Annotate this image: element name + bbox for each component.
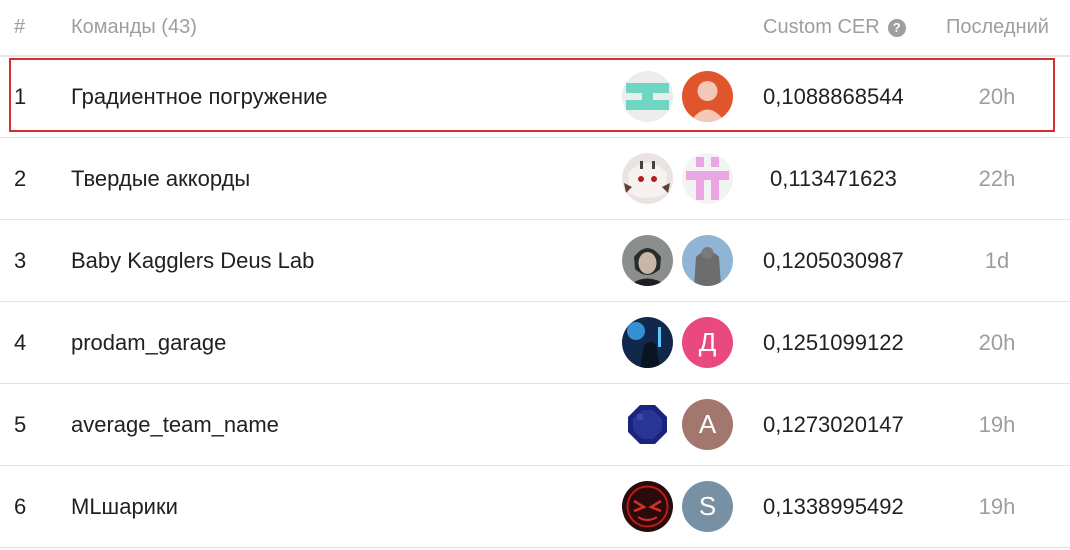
team-name[interactable]: average_team_name — [71, 412, 279, 438]
avatar[interactable] — [682, 71, 733, 122]
score-value: 0,1088868544 — [763, 84, 904, 109]
row-rank: 2 — [14, 166, 27, 191]
team-members — [622, 71, 734, 123]
team-members: S — [622, 481, 734, 533]
avatar[interactable] — [622, 153, 673, 204]
avatar[interactable] — [622, 399, 673, 450]
table-row[interactable]: 5 average_team_name A 0,1273020147 19h — [0, 384, 1070, 466]
identicon-icon — [622, 71, 673, 122]
team-name[interactable]: prodam_garage — [71, 330, 226, 356]
header-last-submission[interactable]: Последний — [946, 16, 1049, 39]
team-members: A — [622, 399, 734, 451]
score-value: 0,1251099122 — [763, 330, 904, 355]
row-rank: 3 — [14, 248, 27, 273]
avatar[interactable] — [682, 153, 733, 204]
score-value: 0,1273020147 — [763, 412, 904, 437]
team-members — [622, 153, 734, 205]
last-submission: 19h — [978, 412, 1016, 437]
photo-concert-icon — [622, 317, 673, 368]
last-submission: 20h — [978, 84, 1016, 109]
row-rank: 5 — [14, 412, 27, 437]
avatar[interactable] — [622, 481, 673, 532]
score-value: 0,1205030987 — [763, 248, 904, 273]
photo-statue-icon — [682, 235, 733, 286]
avatar[interactable]: Д — [682, 317, 733, 368]
header-teams[interactable]: Команды (43) — [71, 16, 197, 39]
avatar[interactable]: A — [682, 399, 733, 450]
team-name[interactable]: Градиентное погружение — [71, 84, 328, 110]
avatar[interactable] — [622, 71, 673, 122]
help-icon[interactable]: ? — [887, 18, 906, 37]
row-rank: 1 — [14, 84, 27, 109]
avatar[interactable] — [682, 235, 733, 286]
pixel-gem-icon — [622, 399, 673, 450]
table-row[interactable]: 1 Градиентное погружение 0,1088868544 20… — [0, 56, 1070, 138]
table-row[interactable]: 2 Твердые аккорды 0,113471623 22h — [0, 138, 1070, 220]
photo-portrait-icon — [622, 235, 673, 286]
table-row[interactable]: 4 prodam_garage Д 0,1251099122 20h — [0, 302, 1070, 384]
user-silhouette-icon — [682, 71, 733, 122]
avatar[interactable]: S — [682, 481, 733, 532]
table-row[interactable]: 3 Baby Kagglers Deus Lab 0,1205030987 1d — [0, 220, 1070, 302]
last-submission: 19h — [978, 494, 1016, 519]
row-rank: 6 — [14, 494, 27, 519]
row-rank: 4 — [14, 330, 27, 355]
table-row[interactable]: 6 MLшарики S 0,1338995492 19h — [0, 466, 1070, 548]
team-members: Д — [622, 317, 734, 369]
header-score[interactable]: Custom CER ? — [763, 16, 906, 39]
avatar[interactable] — [622, 317, 673, 368]
leaderboard-header: # Команды (43) Custom CER ? Последний — [0, 0, 1070, 57]
leaderboard: # Команды (43) Custom CER ? Последний 1 … — [0, 0, 1070, 550]
identicon-icon — [682, 153, 733, 204]
last-submission: 20h — [978, 330, 1016, 355]
score-value: 0,113471623 — [770, 166, 897, 191]
header-rank[interactable]: # — [14, 16, 25, 39]
team-name[interactable]: MLшарики — [71, 494, 178, 520]
last-submission: 22h — [978, 166, 1016, 191]
team-members — [622, 235, 734, 287]
team-name[interactable]: Твердые аккорды — [71, 166, 250, 192]
header-score-label: Custom CER — [763, 16, 880, 38]
last-submission: 1d — [984, 248, 1010, 273]
anime-portrait-icon — [622, 153, 673, 204]
avatar[interactable] — [622, 235, 673, 286]
dark-face-icon — [622, 481, 673, 532]
score-value: 0,1338995492 — [763, 494, 904, 519]
team-name[interactable]: Baby Kagglers Deus Lab — [71, 248, 314, 274]
